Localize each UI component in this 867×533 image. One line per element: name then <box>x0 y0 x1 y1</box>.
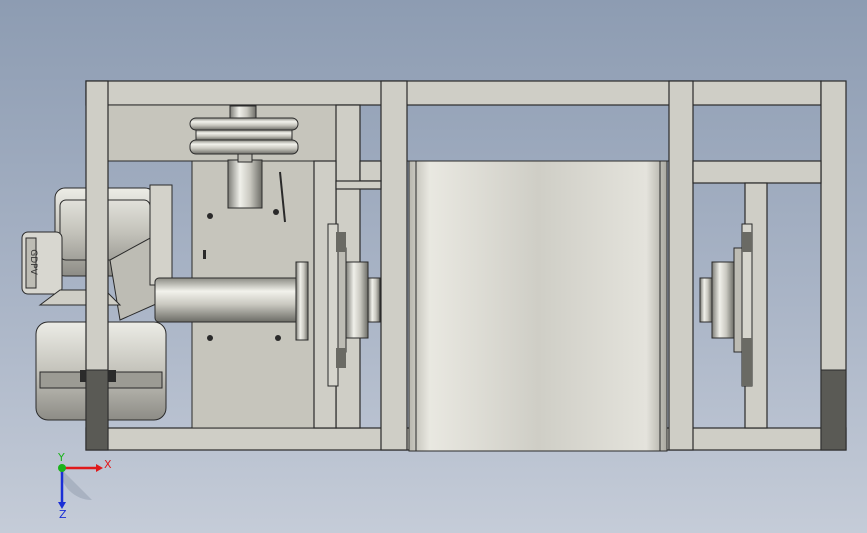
axis-y-label: Y <box>57 451 65 464</box>
bearing-right <box>699 223 753 387</box>
axis-y-dot <box>58 464 66 472</box>
axis-x-label: X <box>104 458 112 471</box>
engine-brand-text: GDPV <box>28 249 38 275</box>
shaft-flange <box>295 261 309 341</box>
axis-triad: X Y Z <box>57 451 112 521</box>
machine-drawing: GDPV X Y Z <box>21 80 847 521</box>
frame-top-beam <box>85 80 822 106</box>
drum-roller <box>408 160 668 452</box>
axis-z-label: Z <box>59 508 67 521</box>
cad-viewport[interactable]: GDPV X Y Z <box>0 0 867 533</box>
